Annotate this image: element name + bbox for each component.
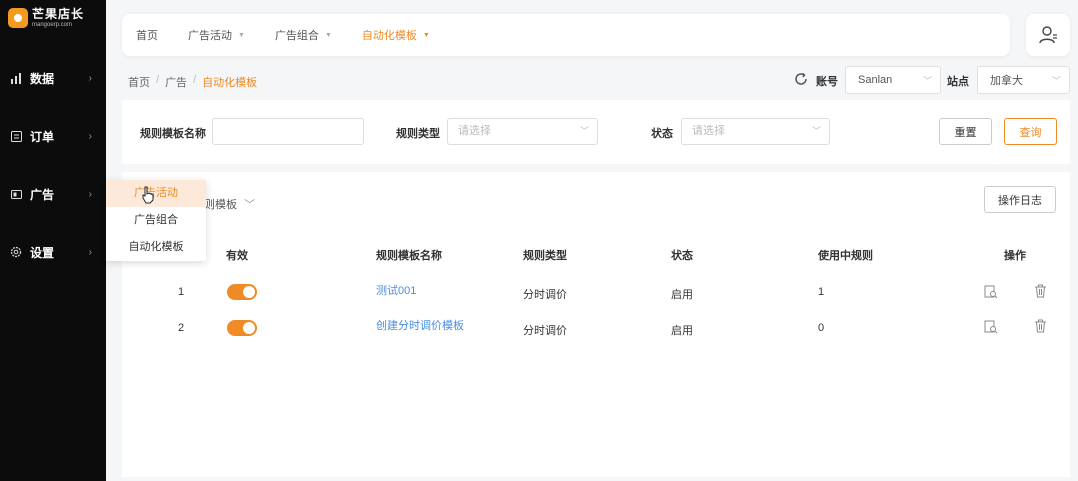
- breadcrumb-current: 自动化模板: [202, 77, 258, 89]
- breadcrumb-home[interactable]: 首页: [128, 74, 150, 90]
- tab-bar: 首页 广告活动 ▼ 广告组合 ▼ 自动化模板 ▼: [122, 14, 1010, 56]
- sidebar-item-settings[interactable]: 设置 ›: [0, 238, 106, 266]
- tab-label: 广告组合: [274, 30, 319, 42]
- breadcrumb-ads[interactable]: 广告: [165, 74, 187, 90]
- row-index: 1: [178, 286, 185, 298]
- gear-icon: [10, 246, 22, 258]
- site-value: 加拿大: [990, 75, 1023, 87]
- rule-template-name-label: 规则模板名称: [140, 128, 206, 140]
- table-header: 有效 规则模板名称 规则类型 状态 使用中规则 操作: [122, 238, 1070, 268]
- rule-type-placeholder: 请选择: [458, 125, 491, 137]
- tab-automation-templates[interactable]: 自动化模板 ▼: [362, 27, 430, 43]
- rule-type-label: 规则类型: [396, 128, 440, 140]
- view-detail-icon[interactable]: [984, 285, 998, 302]
- logo-icon: [8, 8, 28, 28]
- breadcrumb: 首页 / 广告 / 自动化模板: [128, 74, 257, 90]
- bar-chart-icon: [10, 72, 22, 84]
- enabled-toggle[interactable]: [227, 284, 257, 300]
- tab-label: 广告活动: [188, 30, 232, 42]
- rule-template-link[interactable]: 测试001: [376, 282, 416, 298]
- in-use-cell: 0: [818, 322, 825, 334]
- sidebar-item-data[interactable]: 数据 ›: [0, 64, 106, 92]
- view-detail-icon[interactable]: [984, 320, 998, 337]
- chevron-right-icon: ›: [88, 188, 92, 200]
- ads-submenu: 广告活动 广告组合 自动化模板: [106, 180, 206, 261]
- header-enabled: 有效: [226, 250, 248, 262]
- status-select[interactable]: 请选择 ﹀: [681, 118, 830, 145]
- caret-down-icon: ▼: [238, 31, 245, 39]
- chevron-down-icon: ﹀: [1051, 76, 1061, 86]
- site-select[interactable]: 加拿大 ﹀: [977, 66, 1070, 94]
- header-type: 规则类型: [523, 250, 567, 262]
- refresh-icon[interactable]: [793, 71, 809, 90]
- chevron-right-icon: ›: [88, 246, 92, 258]
- order-icon: [10, 130, 22, 142]
- rule-template-name-input[interactable]: [212, 118, 364, 145]
- user-icon: [1039, 26, 1057, 44]
- sidebar-item-label: 订单: [30, 129, 55, 144]
- header-actions: 操作: [1004, 250, 1026, 262]
- status-label: 状态: [651, 128, 673, 140]
- header-name: 规则模板名称: [376, 250, 442, 262]
- app: 芒果店长 mangoerp.com 数据 › 订单 › 广告 › 设置 › 首页…: [0, 0, 1078, 481]
- chevron-right-icon: ›: [88, 130, 92, 142]
- table-row: 1 测试001 分时调价 启用 1: [122, 276, 1070, 310]
- rule-type-select[interactable]: 请选择 ﹀: [447, 118, 598, 145]
- status-cell: 启用: [671, 325, 693, 337]
- sidebar-item-ads[interactable]: 广告 ›: [0, 180, 106, 208]
- main-panel: 则模板 ﹀ 操作日志 有效 规则模板名称 规则类型 状态 使用中规则 操作 1 …: [122, 172, 1070, 477]
- rule-template-link[interactable]: 创建分时调价模板: [376, 317, 464, 333]
- sidebar-item-orders[interactable]: 订单 ›: [0, 122, 106, 150]
- account-value: Sanlan: [858, 74, 893, 86]
- delete-icon[interactable]: [1034, 319, 1047, 336]
- sidebar-item-label: 数据: [30, 71, 55, 86]
- template-select[interactable]: 则模板 ﹀: [204, 196, 255, 212]
- sidebar: 芒果店长 mangoerp.com 数据 › 订单 › 广告 › 设置 ›: [0, 0, 106, 481]
- site-label: 站点: [947, 76, 969, 88]
- tab-home[interactable]: 首页: [136, 27, 158, 43]
- submenu-item-ad-portfolios[interactable]: 广告组合: [106, 207, 206, 234]
- breadcrumb-separator: /: [193, 74, 197, 86]
- filter-panel: 规则模板名称 规则类型 请选择 ﹀ 状态 请选择 ﹀ 重置 查询: [122, 100, 1070, 164]
- caret-down-icon: ▼: [422, 31, 430, 39]
- query-button[interactable]: 查询: [1004, 118, 1057, 145]
- account-select[interactable]: Sanlan ﹀: [845, 66, 941, 94]
- status-cell: 启用: [671, 289, 693, 301]
- hand-cursor-icon: [141, 186, 155, 207]
- chevron-down-icon: ﹀: [244, 199, 256, 211]
- chevron-down-icon: ﹀: [579, 126, 589, 136]
- chevron-right-icon: ›: [88, 72, 92, 84]
- tab-label: 首页: [136, 30, 158, 42]
- in-use-cell: 1: [818, 286, 825, 298]
- header-status: 状态: [671, 250, 693, 262]
- submenu-item-automation-templates[interactable]: 自动化模板: [106, 234, 206, 261]
- logo-subtitle: mangoerp.com: [32, 22, 73, 28]
- header-in-use: 使用中规则: [818, 250, 873, 262]
- caret-down-icon: ▼: [324, 31, 332, 39]
- status-placeholder: 请选择: [692, 125, 725, 137]
- sidebar-item-label: 设置: [30, 245, 55, 260]
- tab-ad-portfolios[interactable]: 广告组合 ▼: [275, 27, 332, 43]
- reset-button[interactable]: 重置: [939, 118, 992, 145]
- logo[interactable]: 芒果店长 mangoerp.com: [8, 8, 84, 28]
- delete-icon[interactable]: [1034, 284, 1047, 301]
- chevron-down-icon: ﹀: [811, 126, 821, 136]
- tab-ad-campaigns[interactable]: 广告活动 ▼: [188, 27, 245, 43]
- user-menu-button[interactable]: [1026, 14, 1070, 56]
- account-label: 账号: [816, 76, 838, 88]
- chevron-down-icon: ﹀: [922, 76, 932, 86]
- breadcrumb-separator: /: [156, 74, 160, 86]
- logo-title: 芒果店长: [32, 7, 85, 21]
- table-row: 2 创建分时调价模板 分时调价 启用 0: [122, 310, 1070, 344]
- submenu-item-ad-campaigns[interactable]: 广告活动: [106, 180, 206, 207]
- template-select-label: 则模板: [204, 199, 237, 211]
- rule-type-cell: 分时调价: [523, 325, 567, 337]
- operation-log-button[interactable]: 操作日志: [984, 186, 1056, 213]
- row-index: 2: [178, 322, 185, 334]
- tab-label: 自动化模板: [361, 30, 417, 42]
- ad-icon: [10, 188, 22, 200]
- sidebar-item-label: 广告: [30, 187, 55, 202]
- enabled-toggle[interactable]: [227, 320, 257, 336]
- rule-type-cell: 分时调价: [523, 289, 567, 301]
